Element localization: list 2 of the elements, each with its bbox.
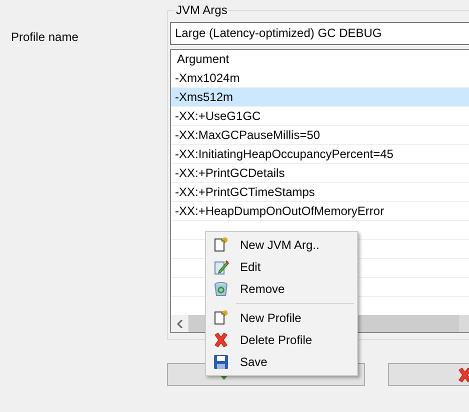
column-header: Argument [176,51,230,68]
field-label: Profile name [11,30,78,44]
